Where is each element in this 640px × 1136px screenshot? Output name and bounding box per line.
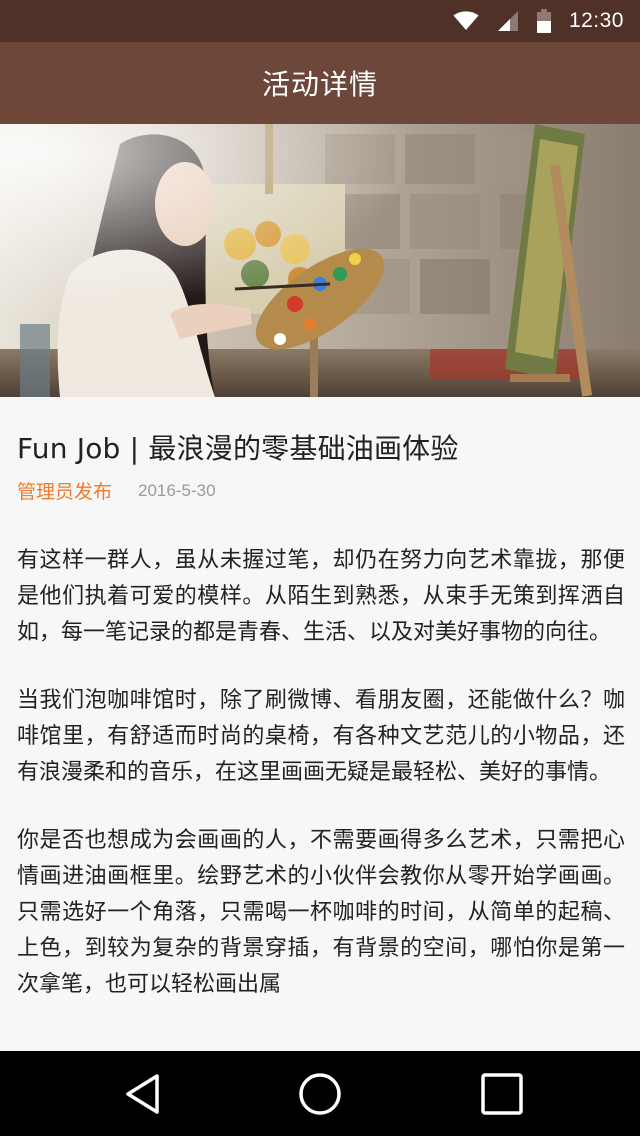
app-bar: 活动详情 bbox=[0, 42, 640, 124]
page-title: 活动详情 bbox=[261, 68, 378, 101]
back-icon[interactable] bbox=[121, 1071, 167, 1117]
status-icons: 12:30 bbox=[453, 0, 624, 42]
status-bar: 12:30 bbox=[0, 0, 640, 42]
publisher-label: 管理员发布 bbox=[17, 481, 113, 503]
home-icon[interactable] bbox=[297, 1071, 343, 1117]
status-time: 12:30 bbox=[568, 9, 624, 32]
article-paragraph: 有这样一群人，虽从未握过笔，却仍在努力向艺术靠拢，那便是他们执着可爱的模样。从陌… bbox=[17, 548, 625, 645]
article-paragraph: 你是否也想成为会画画的人，不需要画得多么艺术，只需把心情画进油画框里。绘野艺术的… bbox=[17, 828, 625, 997]
battery-icon bbox=[536, 9, 551, 33]
wifi-icon bbox=[453, 11, 479, 30]
article-body: 有这样一群人，虽从未握过笔，却仍在努力向艺术靠拢，那便是他们执着可爱的模样。从陌… bbox=[17, 543, 625, 1035]
article-content[interactable]: Fun Job | 最浪漫的零基础油画体验 管理员发布 2016-5-30 有这… bbox=[0, 397, 640, 1051]
article-paragraph: 当我们泡咖啡馆时，除了刷微博、看朋友圈，还能做什么？咖啡馆里，有舒适而时尚的桌椅… bbox=[17, 688, 625, 785]
publish-date: 2016-5-30 bbox=[138, 480, 216, 500]
navigation-bar bbox=[0, 1051, 640, 1136]
painting-photo bbox=[0, 124, 640, 397]
hero-image bbox=[0, 124, 640, 397]
article-title: Fun Job | 最浪漫的零基础油画体验 bbox=[17, 432, 459, 465]
cell-signal-icon bbox=[497, 11, 518, 31]
recents-icon[interactable] bbox=[479, 1071, 525, 1117]
article-meta: 管理员发布 2016-5-30 bbox=[17, 477, 216, 504]
